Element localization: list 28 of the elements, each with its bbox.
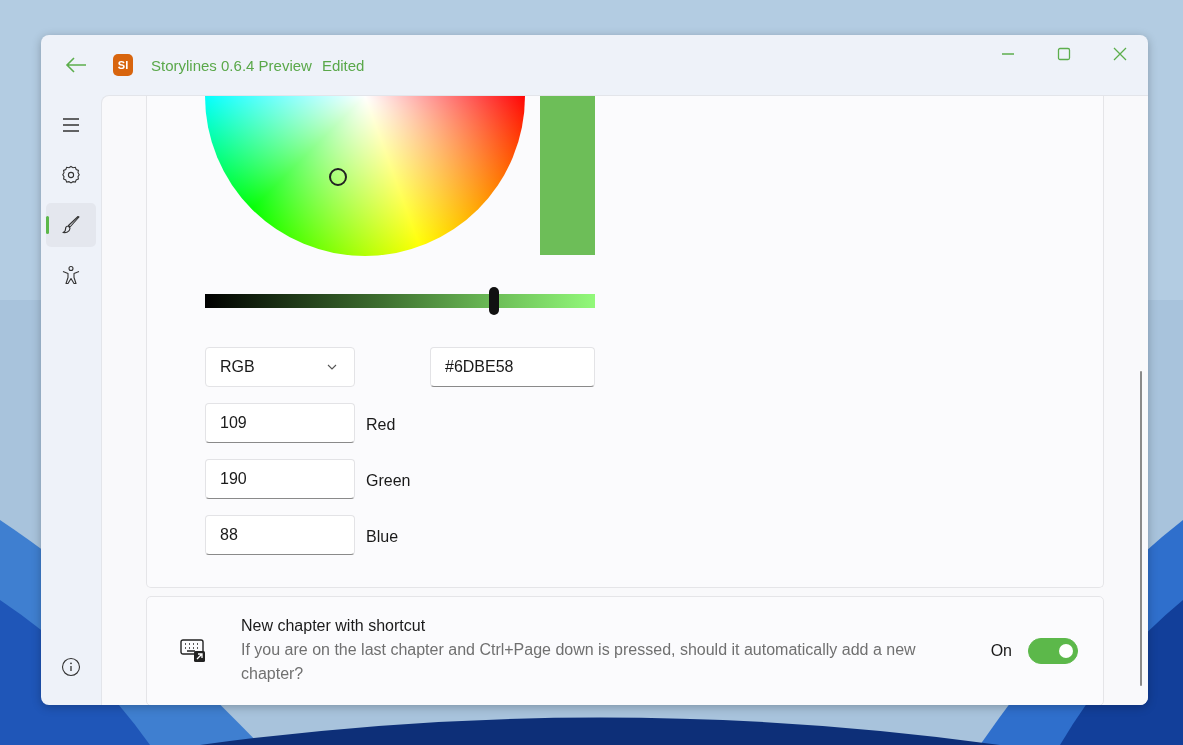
channel-label: Red xyxy=(366,416,396,434)
slider-thumb[interactable] xyxy=(488,287,499,315)
menu-icon xyxy=(61,115,81,135)
info-icon xyxy=(61,657,81,677)
person-icon xyxy=(61,265,81,285)
color-mode-dropdown[interactable]: RGB xyxy=(205,347,355,387)
close-icon xyxy=(1113,47,1127,61)
channel-input[interactable]: 190 xyxy=(205,459,355,499)
channel-label: Green xyxy=(366,472,411,490)
channel-input[interactable]: 109 xyxy=(205,403,355,443)
toggle-switch[interactable] xyxy=(1028,638,1078,664)
app-icon: SI xyxy=(113,54,133,76)
channel-label: Blue xyxy=(366,528,399,546)
toggle-state: On xyxy=(990,642,1012,660)
setting-title: New chapter with shortcut xyxy=(241,617,427,636)
brush-icon xyxy=(61,215,81,235)
maximize-icon xyxy=(1057,47,1071,61)
channel-input[interactable]: 88 xyxy=(205,515,355,555)
brightness-slider[interactable] xyxy=(205,287,595,315)
window-title: Storylines 0.6.4 Preview xyxy=(151,56,312,74)
hex-input[interactable]: #6DBE58 xyxy=(430,347,595,387)
gear-icon xyxy=(61,165,81,185)
setting-description: If you are on the last chapter and Ctrl+Page down is pressed, should it automatically add a new chapter? xyxy=(241,640,917,684)
caret-icon xyxy=(326,363,338,371)
scrollbar[interactable] xyxy=(1140,371,1142,686)
keyboard-icon xyxy=(180,639,206,663)
edit-status: Edited xyxy=(321,56,365,74)
brush-nav-item[interactable] xyxy=(46,203,96,247)
